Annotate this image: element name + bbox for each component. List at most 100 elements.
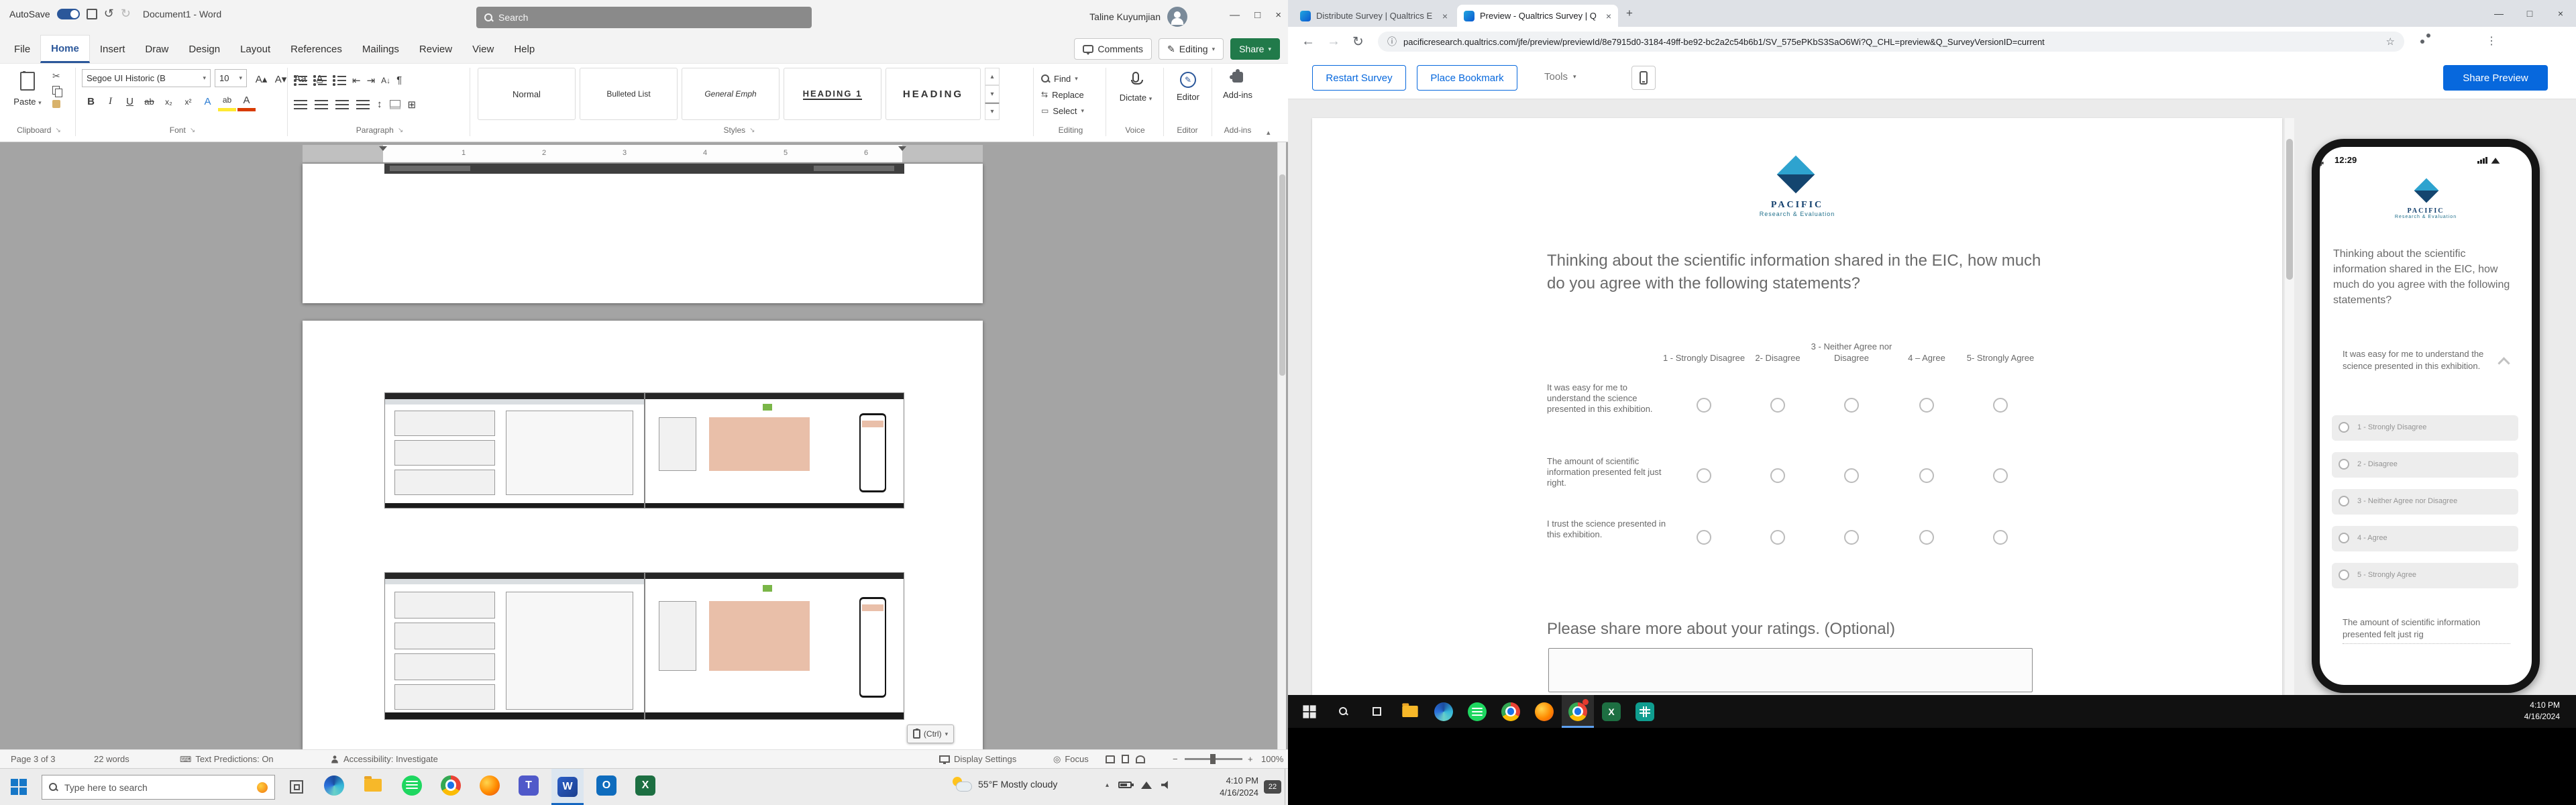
document-scrollbar[interactable] — [1277, 142, 1286, 749]
ruler-indent-marker[interactable] — [898, 146, 906, 151]
battery-icon[interactable] — [1118, 782, 1132, 788]
ribbon-tab-file[interactable]: File — [4, 35, 40, 63]
notification-badge[interactable]: 22 — [1264, 780, 1281, 794]
align-left-button[interactable] — [294, 100, 307, 109]
comments-button[interactable]: Comments — [1074, 38, 1152, 60]
taskbar-file-explorer[interactable] — [357, 769, 389, 802]
zoom-out-button[interactable]: − — [1173, 750, 1178, 768]
editing-mode-button[interactable]: ✎Editing▾ — [1159, 38, 1224, 60]
back-icon[interactable]: ← — [1301, 34, 1315, 50]
highlight-color-button[interactable]: ab — [218, 92, 236, 111]
taskbar-spotify[interactable] — [396, 769, 428, 802]
page-indicator[interactable]: Page 3 of 3 — [11, 750, 56, 768]
taskbar-grid-app[interactable] — [1629, 695, 1661, 728]
horizontal-ruler[interactable]: 1 2 3 4 5 6 — [303, 145, 983, 162]
undo-icon[interactable]: ↺ — [104, 7, 114, 21]
zoom-slider[interactable] — [1185, 750, 1242, 768]
weather-widget[interactable]: 55°F Mostly cloudy — [953, 777, 1057, 792]
focus-button[interactable]: ◎Focus — [1053, 750, 1089, 768]
tab-close-icon[interactable]: × — [1442, 11, 1448, 21]
format-painter-button[interactable] — [52, 100, 60, 108]
dialog-launcher-icon[interactable]: ↘ — [749, 127, 755, 134]
increase-indent-button[interactable]: ⇥ — [367, 70, 376, 90]
taskbar-firefox[interactable] — [474, 769, 506, 802]
wifi-icon[interactable] — [1141, 782, 1152, 789]
ribbon-tab-help[interactable]: Help — [504, 35, 545, 63]
style-general-emph[interactable]: General Emph — [682, 68, 780, 120]
read-mode-button[interactable] — [1106, 755, 1115, 763]
taskbar-outlook[interactable] — [590, 769, 623, 802]
taskbar-edge[interactable] — [1428, 695, 1460, 728]
subscript-button[interactable]: x₂ — [160, 92, 178, 111]
restart-survey-button[interactable]: Restart Survey — [1312, 65, 1406, 91]
forward-icon[interactable]: → — [1327, 34, 1340, 50]
matrix-radio[interactable] — [1993, 398, 2008, 413]
taskbar-excel[interactable] — [1595, 695, 1627, 728]
ribbon-tab-review[interactable]: Review — [409, 35, 462, 63]
select-button[interactable]: ▭Select▾ — [1041, 103, 1084, 119]
ribbon-tab-mailings[interactable]: Mailings — [352, 35, 409, 63]
zoom-level[interactable]: 100% — [1261, 750, 1283, 768]
user-avatar[interactable] — [1167, 7, 1187, 27]
replace-button[interactable]: ⇆Replace — [1041, 87, 1084, 103]
shading-button[interactable] — [390, 100, 400, 109]
matrix-radio[interactable] — [1844, 468, 1859, 483]
bullet-list-button[interactable] — [294, 75, 307, 86]
start-button[interactable] — [1293, 695, 1326, 728]
text-effects-button[interactable]: A — [199, 92, 217, 111]
font-name-combo[interactable]: Segoe UI Historic (B▾ — [82, 69, 211, 87]
print-layout-button[interactable] — [1122, 755, 1129, 763]
restore-button[interactable]: □ — [1254, 9, 1260, 21]
show-hidden-icons-button[interactable]: ▴ — [1106, 782, 1109, 789]
ribbon-tab-layout[interactable]: Layout — [230, 35, 280, 63]
align-center-button[interactable] — [315, 100, 328, 109]
styles-scroll-down[interactable]: ▾ — [985, 85, 1000, 103]
zoom-slider-thumb[interactable] — [1210, 754, 1216, 764]
mobile-option[interactable]: 5 - Strongly Agree — [2332, 563, 2518, 588]
taskbar-search-box[interactable]: Type here to search — [42, 775, 275, 800]
copy-button[interactable] — [52, 86, 61, 96]
embedded-screenshot-survey-1[interactable] — [645, 392, 904, 508]
tools-dropdown[interactable]: Tools▾ — [1544, 71, 1576, 83]
matrix-radio[interactable] — [1697, 398, 1711, 413]
share-preview-button[interactable]: Share Preview — [2443, 65, 2548, 91]
line-spacing-button[interactable]: ↕ — [377, 95, 382, 114]
taskbar-file-explorer[interactable] — [1394, 695, 1426, 728]
matrix-radio[interactable] — [1993, 468, 2008, 483]
matrix-radio[interactable] — [1844, 530, 1859, 545]
taskbar-excel[interactable] — [629, 769, 661, 802]
embedded-screenshot-survey-2[interactable] — [645, 572, 904, 720]
start-button[interactable] — [11, 779, 27, 795]
ribbon-tab-design[interactable]: Design — [178, 35, 230, 63]
word-count[interactable]: 22 words — [94, 750, 129, 768]
reload-icon[interactable]: ↻ — [1352, 34, 1364, 50]
taskbar-search[interactable] — [1327, 695, 1359, 728]
share-button[interactable]: Share▾ — [1230, 38, 1280, 60]
task-view-button[interactable] — [1360, 695, 1393, 728]
accessibility-indicator[interactable]: Accessibility: Investigate — [330, 750, 438, 768]
menu-kebab-icon[interactable]: ⋮ — [2486, 34, 2497, 48]
matrix-radio[interactable] — [1919, 468, 1934, 483]
superscript-button[interactable]: x² — [179, 92, 197, 111]
restore-button[interactable]: □ — [2514, 0, 2545, 27]
dialog-launcher-icon[interactable]: ↘ — [55, 127, 60, 134]
mobile-option[interactable]: 1 - Strongly Disagree — [2332, 415, 2518, 441]
address-bar[interactable]: ⓘ pacificresearch.qualtrics.com/jfe/prev… — [1378, 32, 2404, 52]
collapse-ribbon-button[interactable]: ▴ — [1267, 128, 1271, 137]
comments-textarea[interactable] — [1548, 648, 2033, 692]
taskbar-clock[interactable]: 4:10 PM 4/16/2024 — [2498, 700, 2560, 722]
mobile-view-toggle[interactable] — [1631, 66, 1656, 90]
autosave-toggle[interactable] — [57, 9, 80, 19]
style-bulleted-list[interactable]: Bulleted List — [580, 68, 678, 120]
site-info-icon[interactable]: ⓘ — [1387, 35, 1397, 48]
grow-font-button[interactable]: A▴ — [252, 69, 270, 89]
volume-icon[interactable] — [1161, 781, 1171, 789]
browser-tab-distribute[interactable]: Distribute Survey | Qualtrics E × — [1293, 5, 1454, 27]
ribbon-tab-draw[interactable]: Draw — [135, 35, 178, 63]
matrix-radio[interactable] — [1770, 398, 1785, 413]
ribbon-tab-home[interactable]: Home — [40, 35, 90, 63]
minimize-button[interactable]: — — [1230, 9, 1240, 21]
scrollbar-thumb[interactable] — [2286, 139, 2293, 280]
web-layout-button[interactable] — [1136, 755, 1145, 763]
paste-button[interactable]: Paste ▾ — [7, 69, 48, 121]
